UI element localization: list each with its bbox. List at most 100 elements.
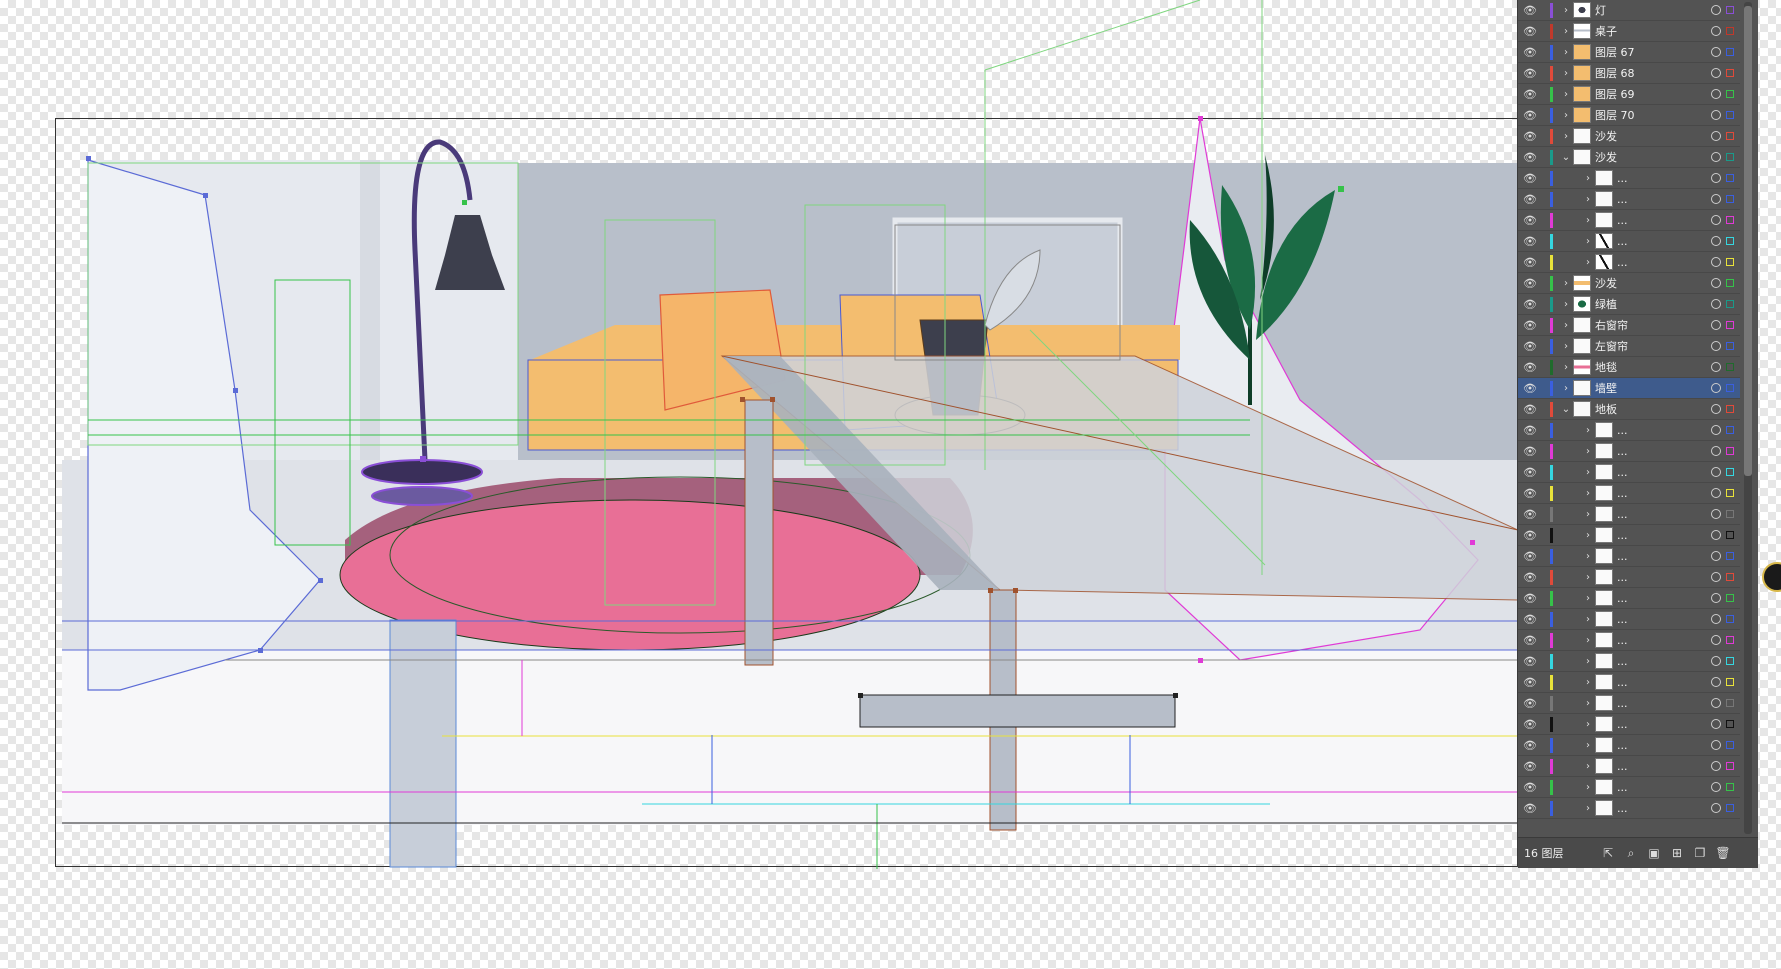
selection-square-icon[interactable] — [1726, 489, 1734, 497]
layer-row[interactable]: 👁 ›... — [1518, 525, 1740, 546]
layer-row[interactable]: 👁 › 墙壁 — [1518, 378, 1740, 399]
chevron-right-icon[interactable]: › — [1559, 47, 1573, 58]
selection-square-icon[interactable] — [1726, 90, 1734, 98]
visibility-eye-icon[interactable]: 👁 — [1518, 571, 1542, 584]
visibility-eye-icon[interactable]: 👁 — [1518, 655, 1542, 668]
chevron-right-icon[interactable]: › — [1581, 614, 1595, 625]
target-circle-icon[interactable] — [1711, 698, 1721, 708]
chevron-right-icon[interactable]: › — [1581, 467, 1595, 478]
target-circle-icon[interactable] — [1711, 152, 1721, 162]
layer-name[interactable]: 沙发 — [1595, 128, 1711, 144]
layer-row[interactable]: 👁 ›... — [1518, 189, 1740, 210]
visibility-eye-icon[interactable]: 👁 — [1518, 760, 1542, 773]
selection-square-icon[interactable] — [1726, 468, 1734, 476]
selection-square-icon[interactable] — [1726, 258, 1734, 266]
target-circle-icon[interactable] — [1711, 740, 1721, 750]
visibility-eye-icon[interactable]: 👁 — [1518, 340, 1542, 353]
visibility-eye-icon[interactable]: 👁 — [1518, 403, 1542, 416]
visibility-eye-icon[interactable]: 👁 — [1518, 4, 1542, 17]
visibility-eye-icon[interactable]: 👁 — [1518, 172, 1542, 185]
layer-row[interactable]: 👁 ›... — [1518, 714, 1740, 735]
layer-row[interactable]: 👁 ⌄ 沙发 — [1518, 147, 1740, 168]
chevron-right-icon[interactable]: › — [1581, 488, 1595, 499]
chevron-right-icon[interactable]: › — [1581, 257, 1595, 268]
chevron-right-icon[interactable]: › — [1559, 5, 1573, 16]
selection-square-icon[interactable] — [1726, 531, 1734, 539]
selection-square-icon[interactable] — [1726, 321, 1734, 329]
visibility-eye-icon[interactable]: 👁 — [1518, 424, 1542, 437]
chevron-right-icon[interactable]: › — [1559, 68, 1573, 79]
target-circle-icon[interactable] — [1711, 677, 1721, 687]
target-circle-icon[interactable] — [1711, 467, 1721, 477]
selection-square-icon[interactable] — [1726, 342, 1734, 350]
layer-row[interactable]: 👁 › 左窗帘 — [1518, 336, 1740, 357]
visibility-eye-icon[interactable]: 👁 — [1518, 361, 1542, 374]
layer-row[interactable]: 👁 ›... — [1518, 777, 1740, 798]
layer-row[interactable]: 👁 › 右窗帘 — [1518, 315, 1740, 336]
layer-name[interactable]: ... — [1617, 655, 1711, 668]
selection-square-icon[interactable] — [1726, 363, 1734, 371]
target-circle-icon[interactable] — [1711, 341, 1721, 351]
layer-name[interactable]: 桌子 — [1595, 23, 1711, 39]
chevron-right-icon[interactable]: › — [1581, 635, 1595, 646]
visibility-eye-icon[interactable]: 👁 — [1518, 718, 1542, 731]
chevron-right-icon[interactable]: › — [1559, 362, 1573, 373]
layer-row[interactable]: 👁 › 绿植 — [1518, 294, 1740, 315]
layer-row[interactable]: 👁 ›... — [1518, 210, 1740, 231]
visibility-eye-icon[interactable]: 👁 — [1518, 25, 1542, 38]
new-layer-icon[interactable]: ❐ — [1691, 844, 1709, 862]
export-icon[interactable]: ⇱ — [1599, 844, 1617, 862]
selection-square-icon[interactable] — [1726, 678, 1734, 686]
selection-square-icon[interactable] — [1726, 804, 1734, 812]
chevron-right-icon[interactable]: › — [1581, 572, 1595, 583]
layers-scrollbar-thumb[interactable] — [1744, 6, 1752, 476]
layer-name[interactable]: 地板 — [1595, 401, 1711, 417]
layer-name[interactable]: 墙壁 — [1595, 380, 1711, 396]
layer-name[interactable]: 图层 69 — [1595, 86, 1711, 102]
layer-row[interactable]: 👁 ›... — [1518, 672, 1740, 693]
layer-row[interactable]: 👁 ›... — [1518, 735, 1740, 756]
layer-row[interactable]: 👁 ›... — [1518, 630, 1740, 651]
clipping-mask-icon[interactable]: ▣ — [1645, 844, 1663, 862]
target-circle-icon[interactable] — [1711, 593, 1721, 603]
target-circle-icon[interactable] — [1711, 803, 1721, 813]
layer-row[interactable]: 👁 ›... — [1518, 504, 1740, 525]
visibility-eye-icon[interactable]: 👁 — [1518, 277, 1542, 290]
layer-name[interactable]: 绿植 — [1595, 296, 1711, 312]
visibility-eye-icon[interactable]: 👁 — [1518, 550, 1542, 563]
layer-row[interactable]: 👁 › 沙发 — [1518, 273, 1740, 294]
selection-square-icon[interactable] — [1726, 783, 1734, 791]
chevron-right-icon[interactable]: › — [1581, 656, 1595, 667]
selection-square-icon[interactable] — [1726, 426, 1734, 434]
visibility-eye-icon[interactable]: 👁 — [1518, 46, 1542, 59]
layer-row[interactable]: 👁 › 灯 — [1518, 0, 1740, 21]
selection-square-icon[interactable] — [1726, 405, 1734, 413]
visibility-eye-icon[interactable]: 👁 — [1518, 739, 1542, 752]
chevron-right-icon[interactable]: › — [1581, 194, 1595, 205]
layer-list[interactable]: 👁 › 灯 👁 › 桌子 👁 › 图层 67 👁 › 图层 68 👁 › 图层 69 👁 › 图层 70 👁 › 沙发 👁… — [1518, 0, 1740, 837]
target-circle-icon[interactable] — [1711, 551, 1721, 561]
selection-square-icon[interactable] — [1726, 636, 1734, 644]
selection-square-icon[interactable] — [1726, 216, 1734, 224]
layer-name[interactable]: ... — [1617, 697, 1711, 710]
search-icon[interactable]: ⌕ — [1622, 844, 1640, 862]
chevron-right-icon[interactable]: › — [1581, 677, 1595, 688]
layer-row[interactable]: 👁 ›... — [1518, 546, 1740, 567]
floor-lower[interactable] — [62, 650, 1518, 825]
target-circle-icon[interactable] — [1711, 110, 1721, 120]
visibility-eye-icon[interactable]: 👁 — [1518, 466, 1542, 479]
visibility-eye-icon[interactable]: 👁 — [1518, 109, 1542, 122]
layer-name[interactable]: ... — [1617, 529, 1711, 542]
selection-square-icon[interactable] — [1726, 195, 1734, 203]
target-circle-icon[interactable] — [1711, 362, 1721, 372]
layer-name[interactable]: ... — [1617, 256, 1711, 269]
layer-row[interactable]: 👁 ›... — [1518, 252, 1740, 273]
visibility-eye-icon[interactable]: 👁 — [1518, 88, 1542, 101]
layer-row[interactable]: 👁 › 图层 70 — [1518, 105, 1740, 126]
artboard-canvas[interactable] — [0, 0, 1518, 969]
layer-name[interactable]: 右窗帘 — [1595, 317, 1711, 333]
selection-square-icon[interactable] — [1726, 153, 1734, 161]
selection-square-icon[interactable] — [1726, 615, 1734, 623]
target-circle-icon[interactable] — [1711, 383, 1721, 393]
selection-square-icon[interactable] — [1726, 762, 1734, 770]
